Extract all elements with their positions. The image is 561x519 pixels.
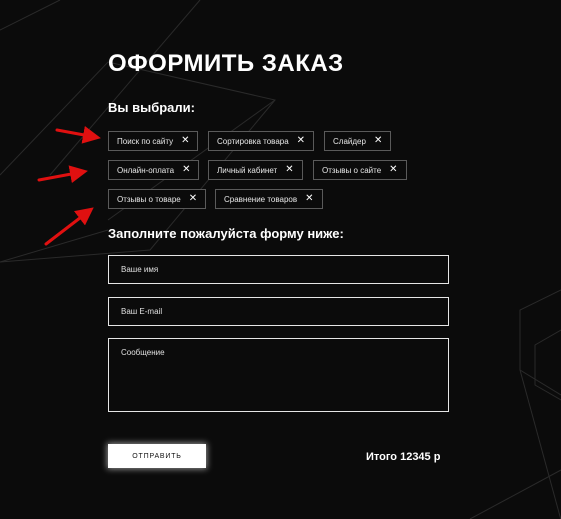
chip-product-comparison[interactable]: Сравнение товаров ✕ bbox=[215, 189, 323, 209]
chip-label: Личный кабинет bbox=[217, 165, 278, 175]
name-field[interactable] bbox=[108, 255, 449, 284]
page-title: ОФОРМИТЬ ЗАКАЗ bbox=[108, 50, 344, 77]
chip-label: Поиск по сайту bbox=[117, 136, 174, 146]
arrow-icon bbox=[37, 165, 88, 184]
chip-site-reviews[interactable]: Отзывы о сайте ✕ bbox=[313, 160, 407, 180]
chip-label: Отзывы о товаре bbox=[117, 194, 181, 204]
close-icon[interactable]: ✕ bbox=[182, 165, 190, 175]
close-icon[interactable]: ✕ bbox=[181, 136, 189, 146]
chip-online-payment[interactable]: Онлайн-оплата ✕ bbox=[108, 160, 200, 180]
email-field[interactable] bbox=[108, 297, 449, 326]
order-total: Итого 12345 р bbox=[366, 451, 441, 463]
form-heading: Заполните пожалуйста форму ниже: bbox=[108, 226, 344, 241]
chip-product-reviews[interactable]: Отзывы о товаре ✕ bbox=[108, 189, 207, 209]
chip-label: Сортировка товара bbox=[217, 136, 289, 146]
arrow-icon bbox=[44, 207, 94, 246]
close-icon[interactable]: ✕ bbox=[189, 194, 197, 204]
chip-label: Сравнение товаров bbox=[224, 194, 298, 204]
close-icon[interactable]: ✕ bbox=[305, 194, 313, 204]
selected-heading: Вы выбрали: bbox=[108, 100, 195, 115]
chip-site-search[interactable]: Поиск по сайту ✕ bbox=[108, 131, 199, 151]
chip-label: Отзывы о сайте bbox=[322, 165, 382, 175]
close-icon[interactable]: ✕ bbox=[389, 165, 397, 175]
chip-label: Онлайн-оплата bbox=[117, 165, 175, 175]
message-field[interactable] bbox=[108, 338, 449, 412]
chip-slider[interactable]: Слайдер ✕ bbox=[324, 131, 392, 151]
chip-product-sorting[interactable]: Сортировка товара ✕ bbox=[208, 131, 315, 151]
arrow-icon bbox=[55, 125, 101, 144]
close-icon[interactable]: ✕ bbox=[297, 136, 305, 146]
close-icon[interactable]: ✕ bbox=[374, 136, 382, 146]
submit-button[interactable]: ОТПРАВИТЬ bbox=[108, 444, 206, 468]
close-icon[interactable]: ✕ bbox=[285, 165, 293, 175]
chip-user-account[interactable]: Личный кабинет ✕ bbox=[208, 160, 303, 180]
chip-label: Слайдер bbox=[333, 136, 366, 146]
